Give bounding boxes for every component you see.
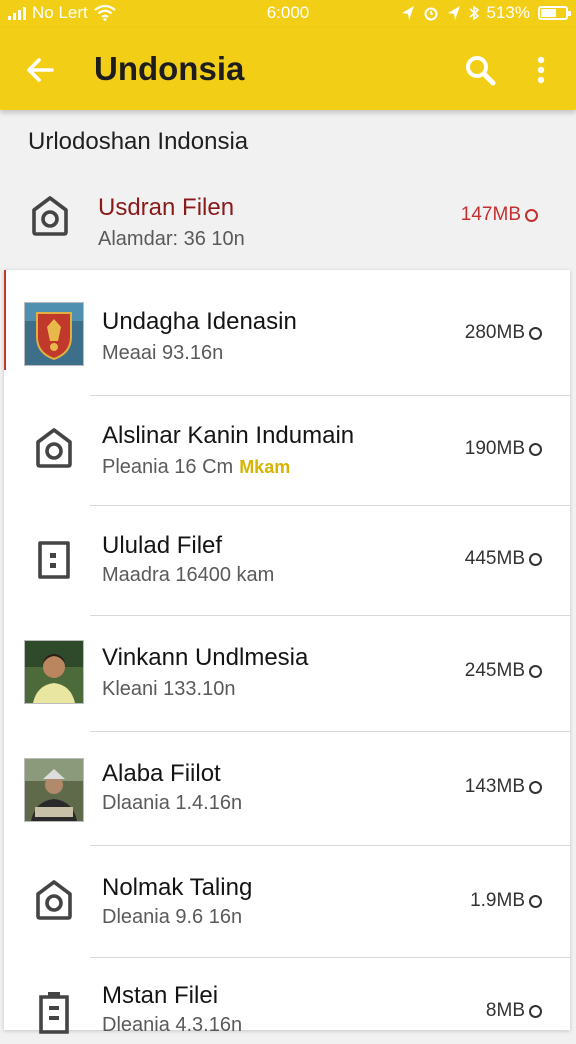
item-size: 8MB [486, 1000, 542, 1022]
item-title: Undagha Idenasin [102, 308, 297, 335]
person-thumbnail [24, 640, 84, 704]
alarm-icon [424, 7, 438, 21]
item-subtitle: Meaai 93.16n [102, 342, 224, 364]
item-size-label: 280MB [464, 322, 525, 343]
item-size: 280MB [465, 322, 542, 344]
item-subtitle: Dleania 9.6 16n [102, 906, 243, 928]
file-list: Undagha Idenasin Meaai 93.16n 280MB Alsl… [4, 270, 570, 1036]
selected-accent [4, 270, 6, 370]
item-title: Vinkann Undlmesia [102, 644, 309, 671]
search-icon[interactable] [462, 52, 498, 88]
featured-title: Usdran Filen [98, 194, 235, 221]
camera-icon [20, 184, 80, 248]
status-ring-icon [529, 1004, 542, 1018]
item-tag: Mkam [239, 457, 291, 477]
list-item[interactable]: Undagha Idenasin Meaai 93.16n 280MB [4, 270, 570, 396]
item-size: 245MB [465, 660, 542, 682]
document-icon [24, 528, 84, 592]
item-subtitle: Maadra 16400 kam [102, 564, 275, 586]
section-title: Urlodoshan Indonsia [28, 128, 249, 155]
status-ring-icon [529, 780, 542, 794]
featured-size-label: 147MB [460, 204, 521, 225]
item-size-label: 190MB [464, 438, 525, 459]
status-ring-icon [529, 552, 542, 566]
item-size: 190MB [465, 438, 542, 460]
item-subtitle-row: Pleania 16 Cm Mkam [102, 456, 290, 479]
camera-icon [24, 868, 84, 932]
item-size-label: 1.9MB [470, 890, 525, 911]
item-subtitle: Pleania 16 Cm [102, 456, 234, 478]
battery-percent: 513% [486, 3, 530, 22]
status-ring-icon [529, 894, 542, 908]
item-title: Alaba Fiilot [102, 760, 221, 787]
item-size-label: 445MB [464, 548, 525, 569]
status-ring-icon [529, 664, 542, 678]
item-size: 1.9MB [470, 890, 542, 912]
status-bar: No Lert 6:000 513% [0, 0, 576, 28]
list-item[interactable]: Ululad Filef Maadra 16400 kam 445MB [4, 506, 570, 616]
more-vert-icon[interactable] [526, 52, 556, 88]
battery-file-icon [24, 980, 84, 1044]
status-ring-icon [529, 326, 542, 340]
app-bar: Undonsia [0, 28, 576, 110]
item-subtitle: Dlaania 1.4.16n [102, 792, 243, 814]
item-subtitle: Kleani 133.10n [102, 678, 236, 700]
featured-item[interactable]: Usdran Filen Alamdar: 36 10n 147MB [0, 170, 566, 268]
item-title: Alslinar Kanin Indumain [102, 422, 355, 449]
list-item[interactable]: Alslinar Kanin Indumain Pleania 16 Cm Mka… [4, 396, 570, 506]
bluetooth-icon [468, 5, 479, 21]
item-subtitle: Dleania 4.3.16n [102, 1014, 243, 1036]
emblem-thumbnail [24, 302, 84, 366]
featured-subtitle: Alamdar: 36 10n [98, 228, 245, 250]
item-size-label: 245MB [464, 660, 525, 681]
camera-icon [24, 416, 84, 480]
featured-size: 147MB [461, 204, 538, 226]
status-right: 513% [401, 3, 571, 23]
list-item[interactable]: Alaba Fiilot Dlaania 1.4.16n 143MB [4, 732, 570, 846]
status-ring-icon [525, 208, 538, 222]
person-thumbnail [24, 758, 84, 822]
page-title: Undonsia [94, 50, 245, 87]
item-title: Mstan Filei [102, 982, 219, 1009]
list-item[interactable]: Nolmak Taling Dleania 9.6 16n 1.9MB [4, 846, 570, 958]
item-size: 445MB [465, 548, 542, 570]
list-item[interactable]: Vinkann Undlmesia Kleani 133.10n 245MB [4, 616, 570, 732]
item-size-label: 8MB [485, 1000, 525, 1021]
item-title: Ululad Filef [102, 532, 223, 559]
navigation-icon [447, 6, 460, 20]
status-ring-icon [529, 442, 542, 456]
list-item[interactable]: Mstan Filei Dleania 4.3.16n 8MB [4, 958, 570, 1036]
arrow-left-icon[interactable] [22, 52, 58, 88]
item-size-label: 143MB [464, 776, 525, 797]
item-size: 143MB [465, 776, 542, 798]
battery-icon [538, 6, 571, 20]
location-icon [401, 6, 414, 20]
item-title: Nolmak Taling [102, 874, 253, 901]
